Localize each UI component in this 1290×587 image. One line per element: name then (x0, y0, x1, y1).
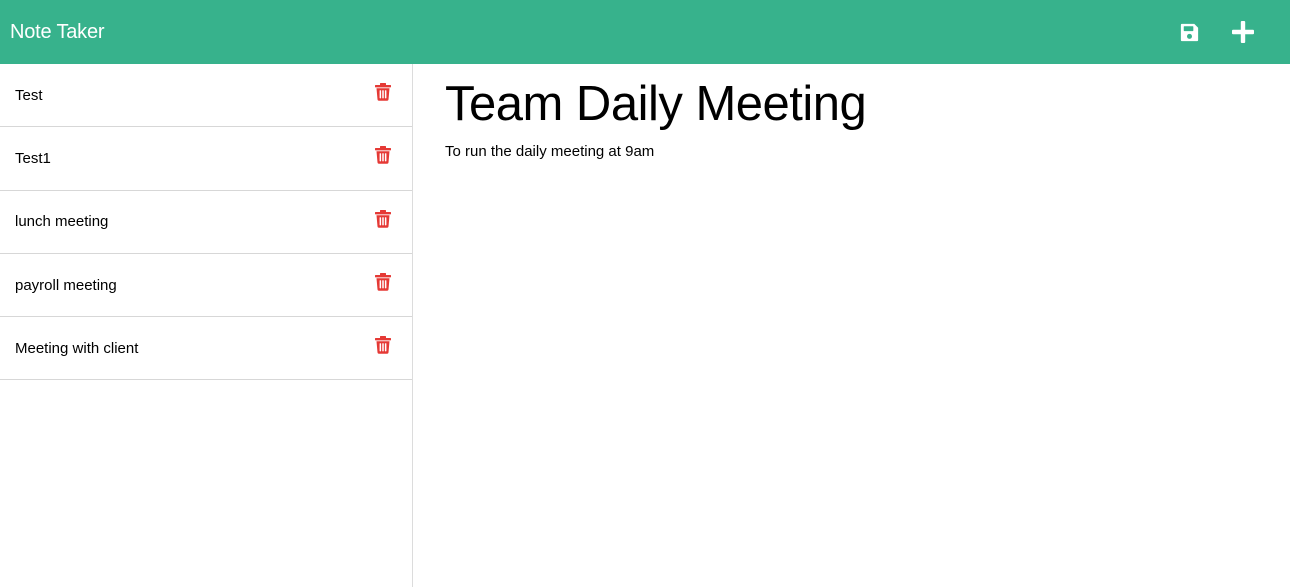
note-list-item[interactable]: Meeting with client (0, 317, 412, 381)
note-list-item[interactable]: Test1 (0, 127, 412, 191)
note-title[interactable]: Team Daily Meeting (445, 80, 1258, 129)
note-list-item[interactable]: payroll meeting (0, 254, 412, 318)
note-list-item-title: lunch meeting (15, 213, 109, 231)
note-list-item-title: Meeting with client (15, 339, 139, 357)
trash-icon (375, 83, 391, 101)
note-list-item[interactable]: lunch meeting (0, 191, 412, 254)
app-title[interactable]: Note Taker (10, 21, 105, 44)
delete-note-button[interactable] (373, 271, 393, 293)
save-note-button[interactable] (1162, 0, 1216, 64)
delete-note-button[interactable] (373, 208, 393, 230)
delete-note-button[interactable] (373, 334, 393, 356)
note-list-item-title: payroll meeting (15, 276, 117, 294)
floppy-disk-icon (1180, 23, 1198, 41)
delete-note-button[interactable] (373, 81, 393, 103)
plus-icon (1232, 21, 1254, 43)
trash-icon (375, 336, 391, 355)
navbar: Note Taker (0, 0, 1290, 64)
trash-icon (375, 209, 391, 228)
note-body[interactable]: To run the daily meeting at 9am (445, 143, 1258, 160)
trash-icon (375, 273, 391, 291)
new-note-button[interactable] (1216, 0, 1270, 64)
note-editor: Team Daily Meeting To run the daily meet… (413, 64, 1290, 587)
notes-list: Test Test1 lunch meeting payroll meeting… (0, 64, 413, 587)
trash-icon (375, 146, 391, 165)
note-list-item[interactable]: Test (0, 64, 412, 128)
note-list-item-title: Test (15, 86, 43, 104)
note-list-item-title: Test1 (15, 149, 51, 167)
navbar-actions (1162, 0, 1270, 64)
delete-note-button[interactable] (373, 144, 393, 166)
